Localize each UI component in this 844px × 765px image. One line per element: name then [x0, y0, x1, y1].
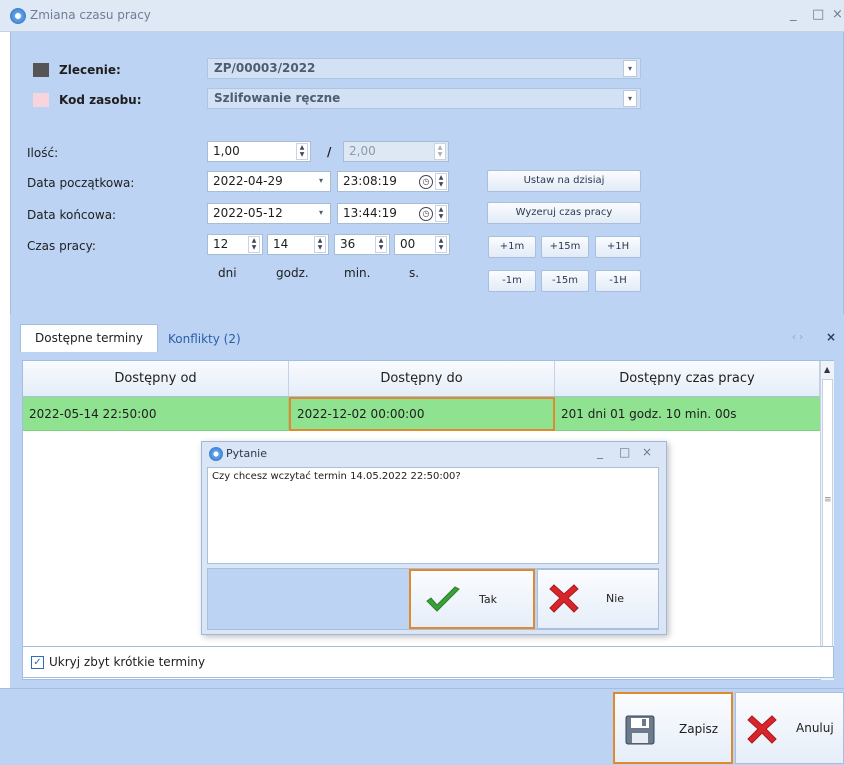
floppy-disk-icon [625, 715, 655, 745]
save-label: Zapisz [679, 722, 719, 736]
tab-conflicts[interactable]: Konflikty (2) [168, 332, 241, 346]
cancel-cross-icon [747, 715, 777, 744]
no-button[interactable]: Nie [537, 569, 659, 629]
title-bar: Zmiana czasu pracy _ □ × [0, 0, 844, 32]
unit-godz: godz. [276, 266, 309, 280]
end-date-input[interactable]: 2022-05-12 [207, 203, 331, 224]
tab-close-icon[interactable]: × [826, 330, 836, 344]
dialog-minimize-button[interactable]: _ [597, 445, 603, 459]
window-title: Zmiana czasu pracy [30, 8, 151, 22]
cross-icon [549, 584, 579, 613]
yes-label: Tak [479, 593, 498, 606]
czas-godz-spinner[interactable]: ▲ ▼ [314, 236, 326, 253]
save-button[interactable]: Zapisz [613, 692, 733, 764]
czas-label: Czas pracy: [27, 239, 96, 253]
plus-15m-button[interactable]: +15m [541, 236, 589, 258]
kod-color-swatch [33, 93, 49, 107]
dialog-title: Pytanie [226, 447, 267, 460]
kod-dropdown-icon[interactable]: ▾ [623, 90, 637, 107]
cell-from[interactable]: 2022-05-14 22:50:00 [23, 397, 289, 431]
zlecenie-label: Zlecenie: [59, 63, 121, 77]
cell-worktime[interactable]: 201 dni 01 godz. 10 min. 00s [555, 397, 820, 431]
end-time-spinner[interactable]: ▲ ▼ [435, 205, 447, 222]
scroll-up-icon[interactable]: ▲ [824, 365, 830, 374]
dialog-button-bar: Tak Nie [207, 568, 659, 630]
end-time-value: 13:44:19 [343, 206, 397, 220]
cancel-label: Anuluj [796, 721, 834, 735]
unit-dni: dni [218, 266, 237, 280]
zlecenie-combo[interactable]: ZP/00003/2022 [207, 58, 641, 79]
ilosc-max-value: 2,00 [349, 144, 376, 158]
czas-s-value: 00 [400, 237, 416, 251]
czas-min-value: 36 [340, 237, 356, 251]
ilosc-spinner[interactable]: ▲ ▼ [296, 143, 308, 160]
dialog-message-box: Czy chcesz wczytać termin 14.05.2022 22:… [207, 467, 659, 564]
no-label: Nie [606, 592, 625, 605]
zlecenie-color-swatch [33, 63, 49, 77]
vertical-scrollbar[interactable]: ▲ ≡ ▼ [820, 361, 834, 680]
bottom-bar: Zapisz Anuluj [0, 688, 844, 765]
work-time-form: Zlecenie: ZP/00003/2022 ▾ Kod zasobu: Sz… [10, 32, 844, 314]
scroll-thumb[interactable] [822, 379, 833, 651]
question-dialog: Pytanie _ □ × Czy chcesz wczytać termin … [201, 441, 667, 635]
czas-dni-spinner[interactable]: ▲ ▼ [248, 236, 260, 253]
zlecenie-dropdown-icon[interactable]: ▾ [623, 60, 637, 77]
start-date-value: 2022-04-29 [213, 174, 283, 188]
col-header-worktime[interactable]: Dostępny czas pracy [555, 361, 820, 397]
close-button[interactable]: × [832, 7, 843, 22]
start-clock-icon[interactable]: ◷ [419, 175, 433, 189]
dialog-close-button[interactable]: × [642, 445, 652, 459]
reset-time-button[interactable]: Wyzeruj czas pracy [487, 202, 641, 224]
hide-short-checkbox[interactable]: ✓ [31, 656, 44, 669]
end-date-dropdown-icon[interactable]: ▾ [314, 205, 328, 222]
start-date-input[interactable]: 2022-04-29 [207, 171, 331, 192]
dialog-maximize-button[interactable]: □ [619, 445, 630, 459]
plus-1h-button[interactable]: +1H [595, 236, 641, 258]
tab-available-slots[interactable]: Dostępne terminy [20, 324, 158, 352]
end-label: Data końcowa: [27, 208, 117, 222]
kod-label: Kod zasobu: [59, 93, 142, 107]
set-today-button[interactable]: Ustaw na dzisiaj [487, 170, 641, 192]
ilosc-separator: / [327, 145, 332, 159]
zlecenie-value: ZP/00003/2022 [214, 61, 316, 75]
col-header-to[interactable]: Dostępny do [289, 361, 555, 397]
checkmark-icon [426, 586, 460, 612]
plus-1m-button[interactable]: +1m [488, 236, 536, 258]
czas-godz-value: 14 [273, 237, 289, 251]
czas-min-spinner[interactable]: ▲ ▼ [375, 236, 387, 253]
start-time-value: 23:08:19 [343, 174, 397, 188]
maximize-button[interactable]: □ [812, 7, 824, 22]
hide-short-label[interactable]: Ukryj zbyt krótkie terminy [49, 655, 205, 669]
dialog-app-icon [209, 447, 223, 461]
end-date-value: 2022-05-12 [213, 206, 283, 220]
app-icon [10, 8, 26, 24]
tab-nav-arrows[interactable]: ‹ › [792, 332, 803, 343]
kod-value: Szlifowanie ręczne [214, 91, 341, 105]
cancel-button[interactable]: Anuluj [735, 692, 844, 764]
minus-1m-button[interactable]: -1m [488, 270, 536, 292]
unit-min: min. [344, 266, 371, 280]
start-label: Data początkowa: [27, 176, 135, 190]
start-date-dropdown-icon[interactable]: ▾ [314, 173, 328, 190]
yes-button[interactable]: Tak [409, 569, 535, 629]
end-clock-icon[interactable]: ◷ [419, 207, 433, 221]
scroll-grip-icon: ≡ [824, 495, 832, 505]
czas-dni-value: 12 [213, 237, 229, 251]
minimize-button[interactable]: _ [790, 7, 797, 22]
ilosc-max-spinner: ▲ ▼ [434, 143, 446, 160]
table-row[interactable]: 2022-05-14 22:50:00 2022-12-02 00:00:00 … [23, 397, 820, 431]
minus-15m-button[interactable]: -15m [541, 270, 589, 292]
start-time-spinner[interactable]: ▲ ▼ [435, 173, 447, 190]
ilosc-value: 1,00 [213, 144, 240, 158]
cell-to[interactable]: 2022-12-02 00:00:00 [289, 397, 555, 431]
col-header-from[interactable]: Dostępny od [23, 361, 289, 397]
ilosc-label: Ilość: [27, 146, 59, 160]
kod-combo[interactable]: Szlifowanie ręczne [207, 88, 641, 109]
czas-s-spinner[interactable]: ▲ ▼ [435, 236, 447, 253]
checkbox-bar: ✓ Ukryj zbyt krótkie terminy [22, 646, 834, 678]
minus-1h-button[interactable]: -1H [595, 270, 641, 292]
dialog-message: Czy chcesz wczytać termin 14.05.2022 22:… [212, 471, 461, 482]
unit-s: s. [409, 266, 420, 280]
